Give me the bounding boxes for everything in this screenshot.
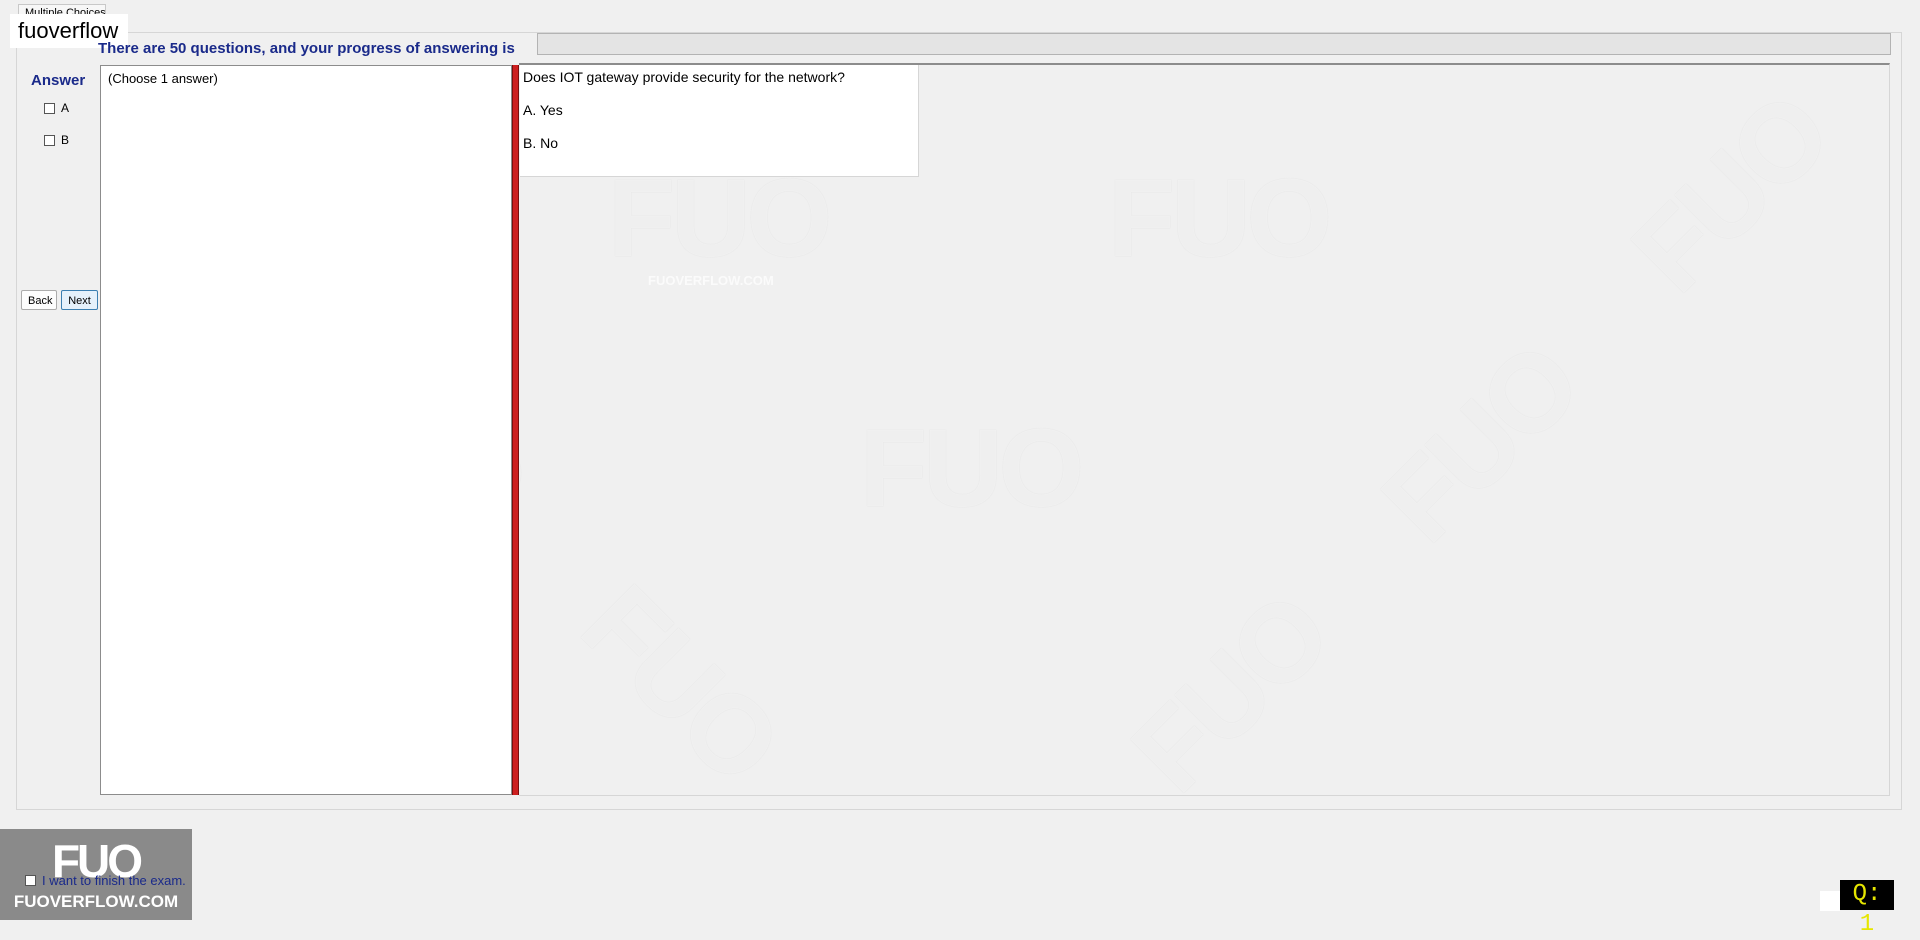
question-option-a: A. Yes [523,102,563,118]
checkbox-icon[interactable] [25,875,36,886]
answer-heading: Answer [31,72,86,89]
question-option-b: B. No [523,135,559,151]
finish-exam-checkbox[interactable]: I want to finish the exam. [25,873,186,888]
checkbox-icon[interactable] [44,134,55,146]
answer-option-a[interactable]: A [44,101,69,115]
back-button[interactable]: Back [21,290,57,310]
answer-option-label: B [61,133,70,147]
answer-instruction-panel: (Choose 1 answer) [100,65,512,795]
question-panel: Does IOT gateway provide security for th… [520,65,919,177]
counter-spacer [1820,891,1840,911]
question-text: Does IOT gateway provide security for th… [523,69,845,85]
checkbox-icon[interactable] [44,102,55,114]
answer-option-label: A [61,101,70,115]
panel-splitter[interactable] [512,65,519,795]
progress-bar [537,33,1891,55]
finish-exam-label: I want to finish the exam. [42,873,186,888]
answer-option-b[interactable]: B [44,133,69,147]
question-counter: Q: 1 [1840,880,1894,938]
choose-instruction: (Choose 1 answer) [108,71,218,86]
logo-site: FUOVERFLOW.COM [13,892,179,911]
progress-text: There are 50 questions, and your progres… [98,40,515,57]
next-button[interactable]: Next [61,290,98,310]
